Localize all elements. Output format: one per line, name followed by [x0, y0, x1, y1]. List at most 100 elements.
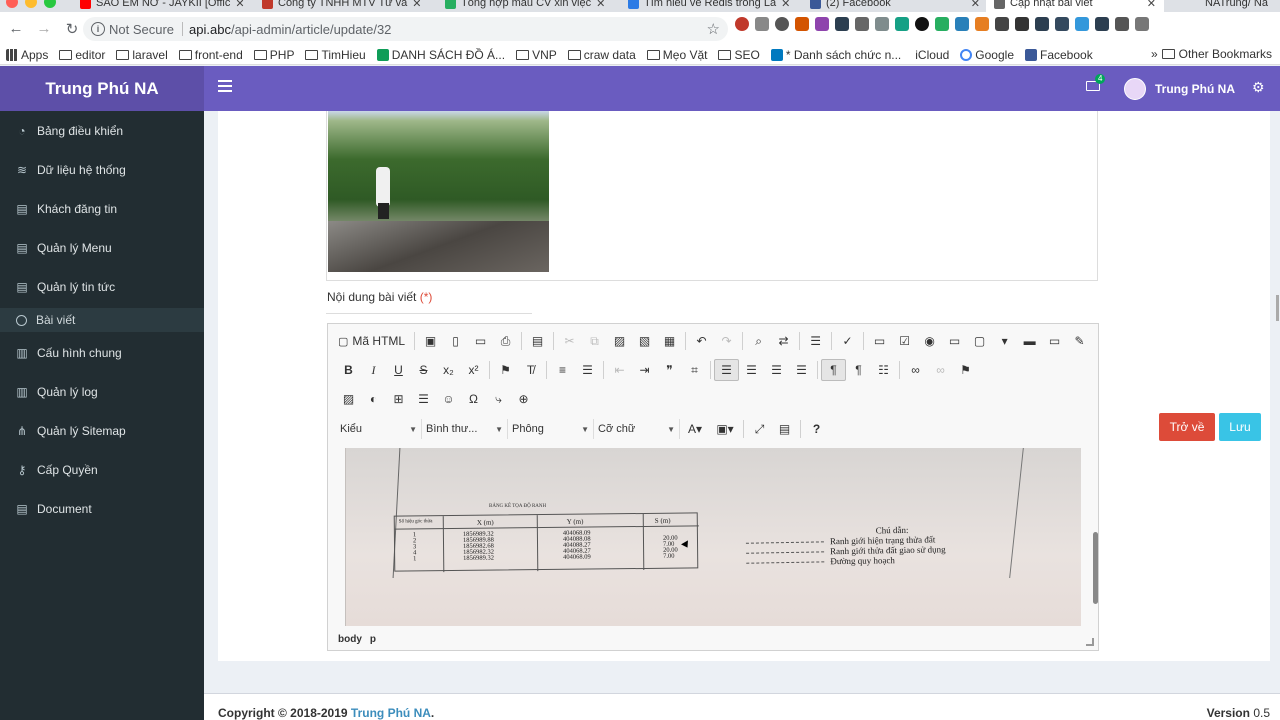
preview-icon[interactable]: ▭ [468, 330, 493, 352]
underline-icon[interactable]: U [386, 359, 411, 381]
browser-tab[interactable]: SAO EM NỠ - JAYKII [Offic ✕ [80, 0, 250, 12]
text-direction-rtl-icon[interactable]: ¶ [846, 359, 871, 381]
extension-icon[interactable] [895, 17, 909, 31]
radio-icon[interactable]: ◉ [917, 330, 942, 352]
browser-tab-active[interactable]: Cập nhật bài viết ✕ [986, 0, 1164, 12]
align-center-icon[interactable]: ☰ [739, 359, 764, 381]
bookmark-folder[interactable]: laravel [116, 48, 168, 62]
replace-icon[interactable]: ⇄ [771, 330, 796, 352]
extension-icon[interactable] [1075, 17, 1089, 31]
image-button-icon[interactable]: ▭ [1042, 330, 1067, 352]
brand-logo[interactable]: Trung Phú NA [0, 66, 204, 111]
extension-icon[interactable] [1035, 17, 1049, 31]
bookmark-folder[interactable]: PHP [253, 48, 294, 62]
subscript-icon[interactable]: x₂ [436, 359, 461, 381]
paste-icon[interactable]: ▨ [607, 330, 632, 352]
browser-tab[interactable]: Tìm hiểu về Redis trong La ✕ [628, 0, 800, 12]
textarea-icon[interactable]: ▢ [967, 330, 992, 352]
info-icon[interactable]: i [91, 22, 105, 36]
browser-tab[interactable]: Công ty TNHH MTV Tư vấ ✕ [262, 0, 440, 12]
browser-tab[interactable]: Tổng hợp mẫu CV xin việc ✕ [445, 0, 613, 12]
paste-word-icon[interactable]: ▦ [657, 330, 682, 352]
maximize-icon[interactable]: ⤢ [747, 418, 772, 440]
avatar[interactable] [1124, 78, 1146, 100]
div-container-icon[interactable]: ⌗ [682, 359, 707, 381]
button-field-icon[interactable]: ▬ [1017, 330, 1042, 352]
bookmark-trello[interactable]: * Danh sách chức n... [770, 48, 901, 62]
bookmark-folder[interactable]: front-end [178, 48, 243, 62]
unlink-icon[interactable]: ∞ [928, 359, 953, 381]
path-element[interactable]: p [370, 634, 376, 645]
undo-icon[interactable]: ↶ [689, 330, 714, 352]
font-dropdown[interactable]: Phông ▼ [508, 419, 594, 439]
align-right-icon[interactable]: ☰ [764, 359, 789, 381]
save-button[interactable]: Lưu [1219, 413, 1261, 441]
footer-brand-link[interactable]: Trung Phú NA [351, 706, 431, 720]
page-break-icon[interactable]: ⤷ [486, 388, 511, 410]
bookmark-folder[interactable]: VNP [516, 48, 557, 62]
extension-icon[interactable] [775, 17, 789, 31]
align-left-icon[interactable]: ☰ [714, 359, 739, 381]
bookmark-icloud[interactable]: iCloud [912, 48, 949, 62]
form-icon[interactable]: ▭ [867, 330, 892, 352]
resize-handle-icon[interactable] [1086, 638, 1094, 646]
bookmark-sheet[interactable]: DANH SÁCH ĐỒ Á... [376, 48, 505, 62]
thumbnail-image[interactable] [328, 111, 549, 272]
back-button[interactable]: Trở về [1159, 413, 1215, 441]
close-tab-icon[interactable]: ✕ [1147, 0, 1156, 10]
align-justify-icon[interactable]: ☰ [789, 359, 814, 381]
paste-text-icon[interactable]: ▧ [632, 330, 657, 352]
save-icon[interactable]: ▣ [418, 330, 443, 352]
sidebar-item-dashboard[interactable]: ◔ Bảng điều khiển [0, 113, 204, 149]
extension-icon[interactable] [995, 17, 1009, 31]
extension-icon[interactable] [875, 17, 889, 31]
bookmark-star-icon[interactable]: ☆ [707, 20, 720, 38]
path-element[interactable]: body [338, 634, 362, 645]
numbered-list-icon[interactable]: ≡ [550, 359, 575, 381]
superscript-icon[interactable]: x² [461, 359, 486, 381]
text-direction-ltr-icon[interactable]: ¶ [821, 359, 846, 381]
extension-icon[interactable] [855, 17, 869, 31]
new-page-icon[interactable]: ▯ [443, 330, 468, 352]
reload-icon[interactable]: ↻ [60, 17, 84, 41]
extension-icon[interactable] [1095, 17, 1109, 31]
italic-icon[interactable]: I [361, 359, 386, 381]
outdent-icon[interactable]: ⇤ [607, 359, 632, 381]
address-bar[interactable]: i Not Secure api.abc /api-admin/article/… [83, 17, 728, 41]
extension-icon[interactable] [955, 17, 969, 31]
extension-icon[interactable] [1055, 17, 1069, 31]
minimize-window-icon[interactable] [25, 0, 37, 8]
sidebar-toggle-icon[interactable] [218, 80, 232, 92]
textfield-icon[interactable]: ▭ [942, 330, 967, 352]
extension-icon[interactable] [815, 17, 829, 31]
extension-icon[interactable] [835, 17, 849, 31]
checkbox-icon[interactable]: ☑ [892, 330, 917, 352]
smiley-icon[interactable]: ☺ [436, 388, 461, 410]
maximize-window-icon[interactable] [44, 0, 56, 8]
editor-scrollbar[interactable] [1093, 532, 1098, 604]
user-name[interactable]: Trung Phú NA [1155, 82, 1235, 96]
extension-icon[interactable] [1015, 17, 1029, 31]
close-tab-icon[interactable]: ✕ [412, 0, 421, 10]
select-field-icon[interactable]: ▾ [992, 330, 1017, 352]
sidebar-item-news[interactable]: ▤ Quản lý tin tức [0, 269, 204, 305]
sidebar-item-sitemap[interactable]: ⋔ Quản lý Sitemap [0, 413, 204, 449]
bookmark-folder[interactable]: editor [59, 48, 105, 62]
bg-color-icon[interactable]: ▣▾ [710, 418, 740, 440]
extension-icon[interactable] [795, 17, 809, 31]
page-scrollbar[interactable] [1276, 295, 1279, 321]
extension-icon[interactable] [975, 17, 989, 31]
close-tab-icon[interactable]: ✕ [235, 0, 244, 10]
source-button[interactable]: ▢ Mã HTML [336, 334, 411, 348]
forward-arrow-icon[interactable]: → [32, 17, 56, 41]
bookmark-folder[interactable]: Mẹo Vặt [646, 48, 707, 62]
close-tab-icon[interactable]: ✕ [971, 0, 980, 10]
font-size-dropdown[interactable]: Cỡ chữ ▼ [594, 419, 680, 439]
indent-icon[interactable]: ⇥ [632, 359, 657, 381]
sidebar-item-permissions[interactable]: ⚷ Cấp Quyền [0, 452, 204, 488]
bookmark-folder[interactable]: craw data [567, 48, 636, 62]
special-char-icon[interactable]: Ω [461, 388, 486, 410]
horizontal-rule-icon[interactable]: ☰ [411, 388, 436, 410]
extension-icon[interactable] [935, 17, 949, 31]
copy-format-icon[interactable]: ⚑ [493, 359, 518, 381]
